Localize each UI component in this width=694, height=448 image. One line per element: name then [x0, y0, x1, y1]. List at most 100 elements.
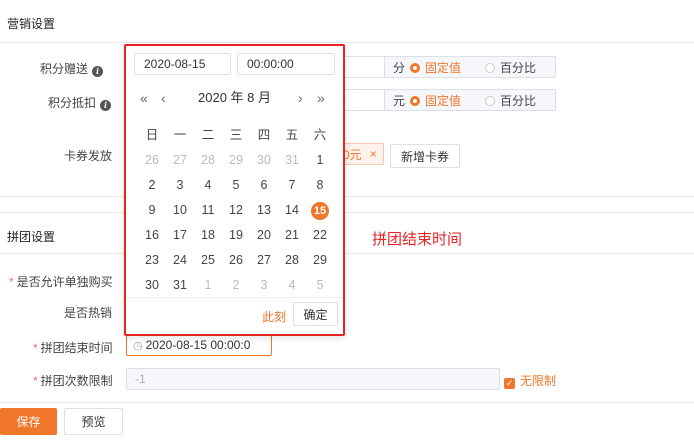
calendar-day-label: 28 — [285, 252, 299, 267]
calendar-day-label: 30 — [257, 152, 271, 167]
calendar-day-label: 3 — [176, 177, 184, 192]
calendar-day[interactable]: 28 — [278, 249, 306, 271]
annotation-text: 拼团结束时间 — [372, 231, 463, 248]
calendar-day[interactable]: 13 — [250, 199, 278, 221]
calendar-day[interactable]: 10 — [166, 199, 194, 221]
calendar-day[interactable]: 30 — [138, 274, 166, 296]
calendar-day[interactable]: 24 — [166, 249, 194, 271]
calendar-day-label: 28 — [201, 152, 215, 167]
next-year-icon[interactable]: » — [317, 87, 325, 109]
divider — [0, 402, 694, 403]
calendar-day-label: 12 — [229, 202, 243, 217]
calendar-day[interactable]: 31 — [166, 274, 194, 296]
calendar-day-label: 26 — [229, 252, 243, 267]
fixed-radio[interactable]: 固定值 — [410, 92, 461, 109]
coupon-label: 卡券发放 — [64, 149, 113, 163]
calendar-day[interactable]: 27 — [166, 149, 194, 171]
date-input[interactable]: 2020-08-15 — [134, 53, 231, 75]
calendar-day-label: 30 — [145, 277, 159, 292]
calendar-day[interactable]: 26 — [138, 149, 166, 171]
calendar-day-label: 1 — [316, 152, 324, 167]
calendar-day-label: 11 — [201, 202, 215, 217]
radio-checked-icon — [410, 62, 421, 73]
weekday-header: 六 — [313, 127, 327, 142]
calendar-day[interactable]: 23 — [138, 249, 166, 271]
next-month-icon[interactable]: › — [298, 87, 303, 109]
calendar-day[interactable]: 22 — [306, 224, 334, 246]
calendar-day[interactable]: 29 — [306, 249, 334, 271]
preview-button[interactable]: 预览 — [64, 408, 123, 435]
weekday-header: 日 — [145, 127, 159, 142]
calendar-day[interactable]: 29 — [222, 149, 250, 171]
calendar-day[interactable]: 3 — [250, 274, 278, 296]
calendar-day[interactable]: 17 — [166, 224, 194, 246]
calendar-day[interactable]: 2 — [222, 274, 250, 296]
calendar-day[interactable]: 2 — [138, 174, 166, 196]
calendar-day[interactable]: 26 — [222, 249, 250, 271]
calendar-day[interactable]: 6 — [250, 174, 278, 196]
calendar-day[interactable]: 5 — [306, 274, 334, 296]
calendar-day[interactable]: 1 — [306, 149, 334, 171]
percent-radio-label: 百分比 — [500, 60, 537, 75]
calendar-day[interactable]: 16 — [138, 224, 166, 246]
points-gift-options: 分 固定值 百分比 — [384, 56, 556, 78]
time-input[interactable]: 00:00:00 — [237, 53, 335, 75]
percent-radio[interactable]: 百分比 — [485, 59, 536, 76]
calendar-day[interactable]: 20 — [250, 224, 278, 246]
calendar-day-label: 21 — [285, 227, 299, 242]
calendar-grid: 日一二三四五六 26 27 28 29 30 31 1 2 3 4 5 6 7 8 9 10 11 12 13 14 15… — [138, 122, 334, 297]
calendar-day-label: 26 — [145, 152, 159, 167]
info-icon: i — [100, 100, 112, 111]
calendar-day[interactable]: 25 — [194, 249, 222, 271]
calendar-day[interactable]: 4 — [278, 274, 306, 296]
calendar-week-row: 26 27 28 29 30 31 1 — [138, 147, 334, 172]
calendar-day-label: 8 — [316, 177, 324, 192]
divider — [0, 253, 694, 254]
calendar-day[interactable]: 1 — [194, 274, 222, 296]
calendar-day[interactable]: 27 — [250, 249, 278, 271]
calendar-day[interactable]: 28 — [194, 149, 222, 171]
fixed-radio-label: 固定值 — [425, 60, 462, 75]
required-mark: * — [9, 275, 14, 289]
unlimited-checkbox[interactable]: ✓ 无限制 — [504, 372, 556, 389]
calendar-day-selected[interactable]: 15 — [306, 199, 334, 221]
info-icon: i — [92, 66, 104, 77]
fixed-radio-label: 固定值 — [425, 93, 462, 108]
radio-unchecked-icon — [485, 95, 496, 106]
calendar-day[interactable]: 3 — [166, 174, 194, 196]
add-coupon-button[interactable]: 新增卡券 — [390, 144, 460, 168]
calendar-title: 2020 年 8 月 — [198, 90, 271, 105]
required-mark: * — [33, 374, 38, 388]
calendar-day-label: 29 — [313, 252, 327, 267]
calendar-day[interactable]: 31 — [278, 149, 306, 171]
fixed-radio[interactable]: 固定值 — [410, 59, 461, 76]
divider — [0, 212, 694, 213]
points-deduct-unit: 元 — [393, 93, 406, 108]
save-button[interactable]: 保存 — [0, 408, 57, 435]
calendar-day[interactable]: 4 — [194, 174, 222, 196]
clock-icon: ◷ — [133, 340, 143, 352]
points-deduct-options: 元 固定值 百分比 — [384, 89, 556, 111]
end-time-value: 2020-08-15 00:00:0 — [145, 338, 251, 352]
limit-input[interactable]: -1 — [126, 368, 500, 390]
calendar-day[interactable]: 7 — [278, 174, 306, 196]
end-time-input[interactable]: ◷ 2020-08-15 00:00:0 — [126, 334, 272, 356]
calendar-day[interactable]: 9 — [138, 199, 166, 221]
percent-radio[interactable]: 百分比 — [485, 92, 536, 109]
calendar-day[interactable]: 18 — [194, 224, 222, 246]
calendar-day-label: 2 — [232, 277, 240, 292]
close-icon[interactable]: × — [370, 147, 377, 161]
calendar-day[interactable]: 5 — [222, 174, 250, 196]
confirm-button[interactable]: 确定 — [293, 302, 338, 326]
calendar-day[interactable]: 11 — [194, 199, 222, 221]
calendar-day[interactable]: 30 — [250, 149, 278, 171]
calendar-day[interactable]: 14 — [278, 199, 306, 221]
now-button[interactable]: 此刻 — [262, 308, 286, 325]
group-section-title: 拼团设置 — [7, 230, 56, 244]
calendar-day-label: 14 — [285, 202, 299, 217]
calendar-day[interactable]: 21 — [278, 224, 306, 246]
calendar-day-label: 6 — [260, 177, 268, 192]
calendar-day[interactable]: 19 — [222, 224, 250, 246]
calendar-day[interactable]: 12 — [222, 199, 250, 221]
calendar-day[interactable]: 8 — [306, 174, 334, 196]
